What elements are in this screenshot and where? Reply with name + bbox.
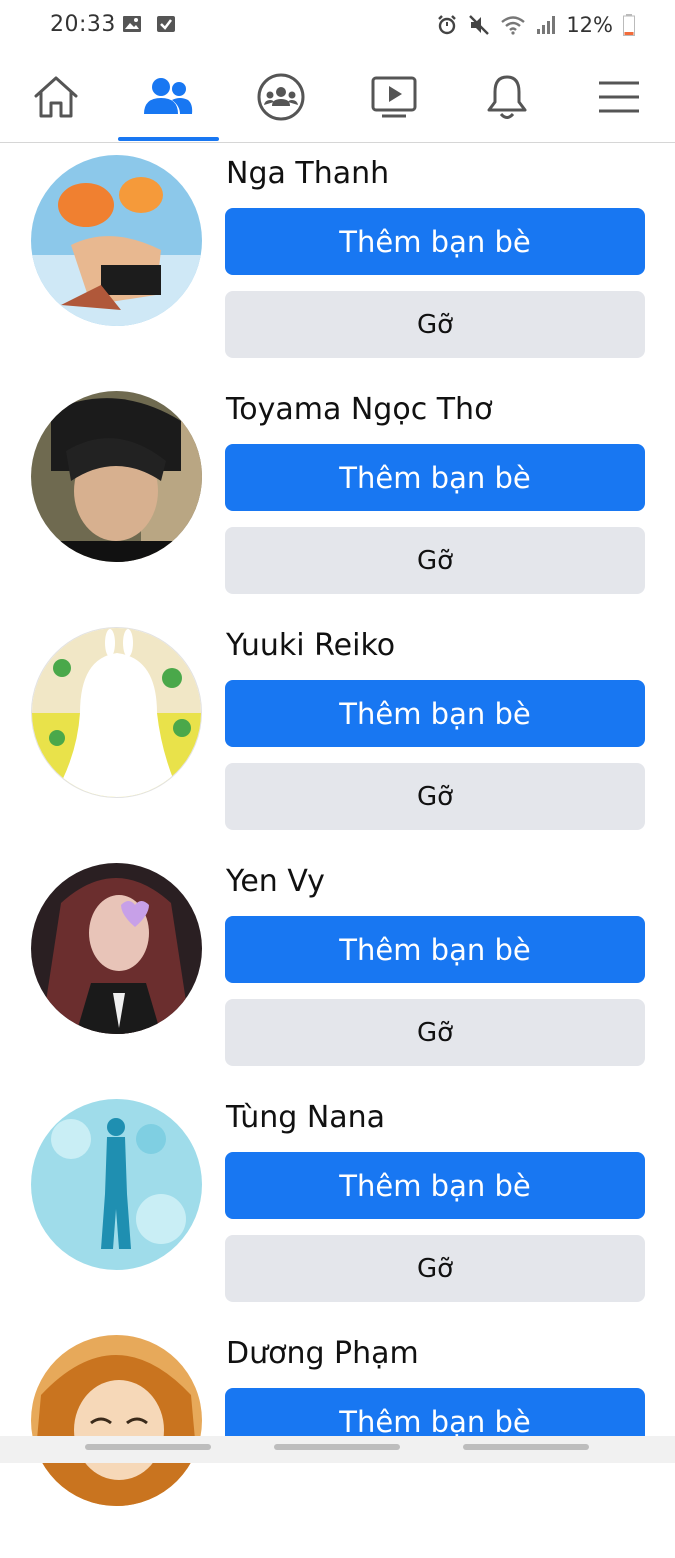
notifications-icon (487, 75, 527, 119)
add-friend-button[interactable]: Thêm bạn bè (225, 444, 645, 511)
nav-menu[interactable] (569, 52, 669, 142)
remove-button[interactable]: Gỡ (225, 999, 645, 1066)
signal-icon (537, 16, 556, 34)
battery-percent: 12% (566, 13, 613, 37)
image-icon (123, 16, 141, 32)
system-recents-handle[interactable] (463, 1444, 589, 1450)
avatar[interactable] (31, 1335, 202, 1506)
remove-button[interactable]: Gỡ (225, 527, 645, 594)
person-name[interactable]: Dương Phạm (226, 1336, 419, 1371)
add-friend-button[interactable]: Thêm bạn bè (225, 1152, 645, 1219)
avatar[interactable] (31, 155, 202, 326)
system-navigation-bar (0, 1436, 675, 1463)
list-item: Yuuki Reiko Thêm bạn bè Gỡ (0, 614, 675, 850)
watch-icon (371, 76, 417, 118)
status-bar: 20:33 12% (0, 0, 675, 52)
system-home-handle[interactable] (274, 1444, 400, 1450)
person-name[interactable]: Tùng Nana (226, 1100, 385, 1135)
person-name[interactable]: Yen Vy (226, 864, 325, 899)
avatar[interactable] (31, 627, 202, 798)
check-square-icon (157, 16, 175, 32)
alarm-icon (438, 15, 457, 35)
top-navigation (0, 52, 675, 143)
person-name[interactable]: Yuuki Reiko (226, 628, 395, 663)
nav-groups[interactable] (231, 52, 331, 142)
list-item: Yen Vy Thêm bạn bè Gỡ (0, 850, 675, 1086)
wifi-icon (501, 16, 526, 35)
menu-icon (599, 81, 639, 113)
home-icon (34, 76, 78, 118)
groups-icon (257, 73, 305, 121)
status-right: 12% (436, 12, 635, 38)
add-friend-button[interactable]: Thêm bạn bè (225, 680, 645, 747)
mute-icon (469, 15, 490, 35)
list-item: Nga Thanh Thêm bạn bè Gỡ (0, 142, 675, 378)
active-tab-indicator (118, 137, 219, 141)
avatar[interactable] (31, 863, 202, 1034)
list-item: Toyama Ngọc Thơ Thêm bạn bè Gỡ (0, 378, 675, 614)
remove-button[interactable]: Gỡ (225, 763, 645, 830)
remove-button[interactable]: Gỡ (225, 1235, 645, 1302)
avatar[interactable] (31, 1099, 202, 1270)
nav-watch[interactable] (344, 52, 444, 142)
add-friend-button[interactable]: Thêm bạn bè (225, 208, 645, 275)
person-name[interactable]: Nga Thanh (226, 156, 389, 191)
add-friend-button[interactable]: Thêm bạn bè (225, 916, 645, 983)
friends-icon (144, 78, 193, 114)
nav-home[interactable] (6, 52, 106, 142)
status-time: 20:33 (50, 12, 116, 37)
nav-friends[interactable] (118, 52, 218, 142)
system-back-handle[interactable] (85, 1444, 211, 1450)
remove-button[interactable]: Gỡ (225, 291, 645, 358)
list-item: Tùng Nana Thêm bạn bè Gỡ (0, 1086, 675, 1322)
avatar[interactable] (31, 391, 202, 562)
nav-notifications[interactable] (457, 52, 557, 142)
battery-icon (623, 14, 635, 36)
person-name[interactable]: Toyama Ngọc Thơ (226, 392, 492, 427)
